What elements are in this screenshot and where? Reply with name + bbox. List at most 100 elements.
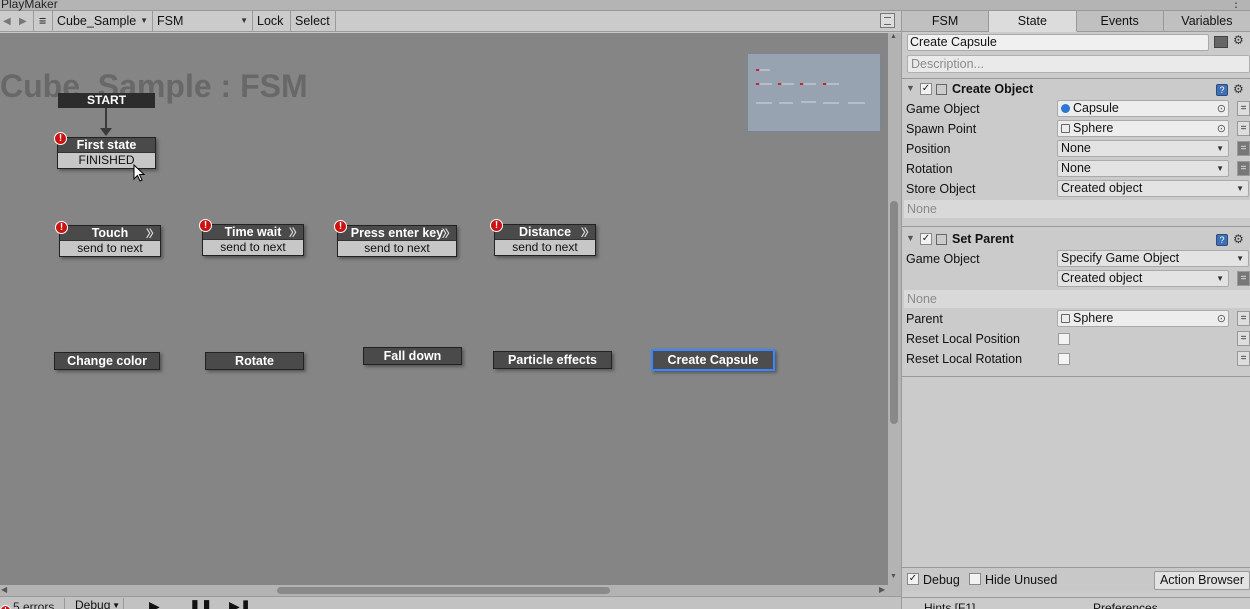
horizontal-scroll-thumb[interactable] xyxy=(277,587,610,594)
variable-toggle-button[interactable]: = xyxy=(1237,351,1250,366)
state-node-touch[interactable]: Touch 〉〉 send to next xyxy=(59,225,161,257)
window-menu-icon[interactable]: ⋮ xyxy=(1230,0,1242,10)
action-enabled-checkbox[interactable]: ✓ xyxy=(920,233,932,245)
error-count[interactable]: !5 errors xyxy=(0,600,54,609)
tab-events[interactable]: Events xyxy=(1076,11,1164,32)
state-node-fall-down[interactable]: Fall down xyxy=(363,347,462,365)
state-transition[interactable]: send to next xyxy=(203,239,303,255)
preferences-button[interactable]: Preferences xyxy=(1093,601,1158,609)
state-title: Change color xyxy=(67,354,147,368)
step-icon[interactable]: ▶❚ xyxy=(229,598,252,609)
state-node-particle-effects[interactable]: Particle effects xyxy=(493,351,612,369)
back-arrow-icon[interactable]: ◀ xyxy=(3,11,11,32)
action-header-create-object[interactable]: ▼ ✓ Create Object ? ⚙ xyxy=(902,81,1250,99)
state-node-rotate[interactable]: Rotate xyxy=(205,352,304,370)
reset-local-rotation-checkbox[interactable] xyxy=(1058,353,1070,365)
help-icon[interactable]: ? xyxy=(1216,84,1228,96)
error-icon: ! xyxy=(0,605,11,609)
scroll-up-icon[interactable]: ▲ xyxy=(890,33,897,40)
dropdown-field[interactable]: None ▼ xyxy=(1057,140,1229,157)
state-color-swatch[interactable] xyxy=(1214,36,1228,48)
variable-toggle-button[interactable]: = xyxy=(1237,271,1250,286)
fsm-graph-canvas[interactable]: Cube_Sample : FSM START First state FINI… xyxy=(0,33,888,585)
debug-dropdown[interactable]: Debug ▼ xyxy=(64,598,124,609)
field-row: Rotation None ▼ = xyxy=(902,159,1250,179)
tab-fsm[interactable]: FSM xyxy=(902,11,990,32)
tab-variables[interactable]: Variables xyxy=(1163,11,1250,32)
prefab-icon xyxy=(1061,104,1070,113)
window-titlebar: PlayMaker ⋮ xyxy=(0,0,1250,11)
forward-arrow-icon[interactable]: ▶ xyxy=(19,11,27,32)
state-node-time-wait[interactable]: Time wait 〉〉 send to next xyxy=(202,224,304,256)
menu-icon[interactable]: ≡ xyxy=(33,11,53,32)
action-enabled-checkbox[interactable]: ✓ xyxy=(920,83,932,95)
variable-toggle-button[interactable]: = xyxy=(1237,331,1250,346)
canvas-horizontal-scrollbar[interactable]: ◀ ▶ xyxy=(0,585,901,596)
target-picker-icon[interactable]: ⊙ xyxy=(1217,102,1226,117)
graph-minimap[interactable] xyxy=(747,53,881,132)
scroll-left-icon[interactable]: ◀ xyxy=(1,585,7,594)
variable-toggle-button[interactable]: = xyxy=(1237,101,1250,116)
state-transition[interactable]: send to next xyxy=(338,240,456,256)
vertical-scroll-thumb[interactable] xyxy=(890,201,898,424)
tab-state[interactable]: State xyxy=(989,11,1077,32)
debug-checkbox[interactable]: ✓ xyxy=(907,573,919,585)
field-label: Reset Local Rotation xyxy=(906,352,1023,366)
action-browser-button[interactable]: Action Browser xyxy=(1154,571,1250,590)
dropdown-field[interactable]: Specify Game Object ▼ xyxy=(1057,250,1249,267)
dropdown-value: Created object xyxy=(1061,271,1143,285)
dropdown-field[interactable]: Created object ▼ xyxy=(1057,270,1229,287)
scroll-down-icon[interactable]: ▼ xyxy=(890,573,897,580)
canvas-vertical-scrollbar[interactable]: ▲ ▼ xyxy=(888,33,901,585)
chevron-down-icon: ▼ xyxy=(112,601,120,609)
play-icon[interactable]: ▶ xyxy=(149,598,160,609)
field-label: Position xyxy=(906,142,951,156)
gameobject-selector[interactable]: Cube_Sample ▼ xyxy=(53,11,153,32)
start-node[interactable]: START xyxy=(58,93,155,108)
variable-toggle-button[interactable]: = xyxy=(1237,121,1250,136)
minimap-state xyxy=(804,83,816,85)
fold-arrow-icon[interactable]: ▼ xyxy=(906,233,915,243)
state-node-change-color[interactable]: Change color xyxy=(54,352,160,370)
object-field[interactable]: Sphere ⊙ xyxy=(1057,310,1229,327)
variable-toggle-button[interactable]: = xyxy=(1237,161,1250,176)
state-transition[interactable]: send to next xyxy=(60,240,160,256)
object-field-value: Sphere xyxy=(1073,121,1114,135)
state-node-create-capsule[interactable]: Create Capsule xyxy=(651,349,775,371)
hints-button[interactable]: Hints [F1] xyxy=(924,601,975,609)
variable-toggle-button[interactable]: = xyxy=(1237,311,1250,326)
lock-button[interactable]: Lock xyxy=(253,11,291,32)
variable-toggle-button[interactable]: = xyxy=(1237,141,1250,156)
state-title: Create Capsule xyxy=(667,353,759,367)
target-picker-icon[interactable]: ⊙ xyxy=(1217,312,1226,327)
select-button[interactable]: Select xyxy=(291,11,336,32)
object-field[interactable]: Capsule ⊙ xyxy=(1057,100,1229,117)
target-picker-icon[interactable]: ⊙ xyxy=(1217,122,1226,137)
field-row: Spawn Point Sphere ⊙ = xyxy=(902,119,1250,139)
dropdown-field[interactable]: Created object ▼ xyxy=(1057,180,1249,197)
gear-icon[interactable]: ⚙ xyxy=(1233,82,1244,96)
state-name-input[interactable]: Create Capsule xyxy=(907,34,1209,51)
fold-arrow-icon[interactable]: ▼ xyxy=(906,83,915,93)
dropdown-field[interactable]: None ▼ xyxy=(1057,160,1229,177)
minimap-state xyxy=(760,69,770,71)
help-icon[interactable]: ? xyxy=(1216,234,1228,246)
state-node-distance[interactable]: Distance 〉〉 send to next xyxy=(494,224,596,256)
chevron-down-icon: ▼ xyxy=(1236,254,1244,263)
pause-icon[interactable]: ❚❚ xyxy=(189,598,212,609)
reset-local-position-checkbox[interactable] xyxy=(1058,333,1070,345)
fsm-selector[interactable]: FSM ▼ xyxy=(153,11,253,32)
object-field[interactable]: Sphere ⊙ xyxy=(1057,120,1229,137)
minimap-error-mark xyxy=(823,83,826,85)
action-header-set-parent[interactable]: ▼ ✓ Set Parent ? ⚙ xyxy=(902,231,1250,249)
mouse-cursor-icon xyxy=(133,164,146,182)
minimap-toggle-icon[interactable] xyxy=(880,13,895,28)
chevron-down-icon: ▼ xyxy=(1216,164,1224,173)
gear-icon[interactable]: ⚙ xyxy=(1233,33,1244,47)
gear-icon[interactable]: ⚙ xyxy=(1233,232,1244,246)
hide-unused-checkbox[interactable] xyxy=(969,573,981,585)
description-input[interactable]: Description... xyxy=(907,55,1250,73)
state-node-press-enter-key[interactable]: Press enter key 〉〉 send to next xyxy=(337,225,457,257)
state-transition[interactable]: send to next xyxy=(495,239,595,255)
scroll-right-icon[interactable]: ▶ xyxy=(879,585,885,594)
